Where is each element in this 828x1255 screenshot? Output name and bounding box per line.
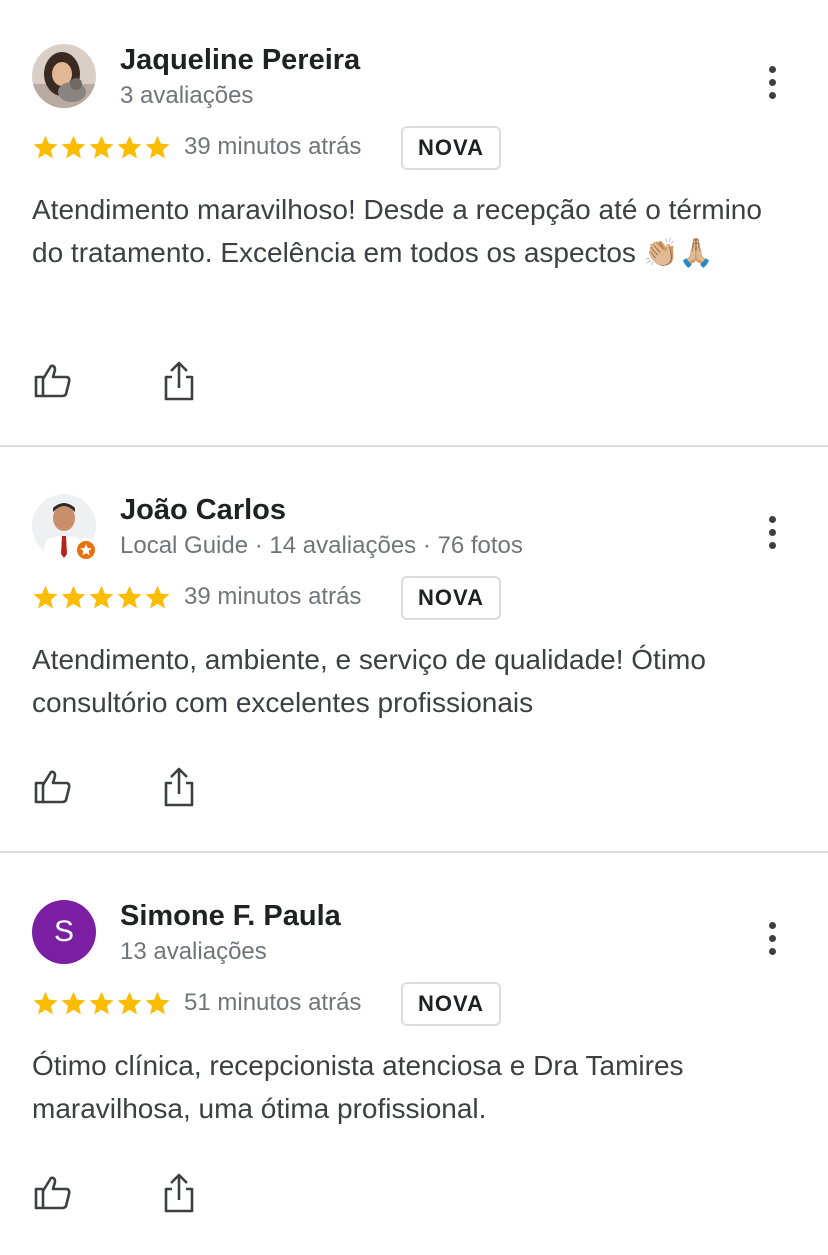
more-vert-icon[interactable] [756,918,788,958]
divider [0,851,828,853]
star-icon [33,991,58,1015]
thumb-up-icon[interactable] [34,768,72,806]
star-icon [145,585,170,609]
new-badge: NOVA [401,576,501,620]
share-icon[interactable] [162,766,196,808]
star-icon [61,991,86,1015]
reviewer-name[interactable]: Simone F. Paula [120,900,341,933]
more-vert-icon[interactable] [756,512,788,552]
review-card: Jaqueline Pereira 3 avaliações 39 minuto… [0,0,828,446]
review-time: 51 minutos atrás [184,989,362,1016]
star-rating [32,584,171,612]
review-time: 39 minutos atrás [184,133,362,160]
star-icon [89,585,114,609]
star-icon [117,135,142,159]
local-guide-star-icon [74,538,98,562]
thumb-up-icon[interactable] [34,1174,72,1212]
reviewer-meta: Local Guide · 14 avaliações · 76 fotos [120,532,523,559]
reviewer-name[interactable]: Jaqueline Pereira [120,44,360,77]
new-badge: NOVA [401,982,501,1026]
star-icon [89,991,114,1015]
divider [0,445,828,447]
review-text: Atendimento maravilhoso! Desde a recepçã… [32,188,792,274]
review-emoji: 👏🏼🙏🏼 [643,236,714,269]
star-icon [89,135,114,159]
star-rating [32,990,171,1018]
star-icon [61,585,86,609]
reviewer-name[interactable]: João Carlos [120,494,286,527]
reviewer-avatar[interactable]: S [32,900,96,964]
share-icon[interactable] [162,360,196,402]
star-icon [33,585,58,609]
review-card: João Carlos Local Guide · 14 avaliações … [0,450,828,852]
reviewer-meta: 3 avaliações [120,82,254,109]
review-card: S Simone F. Paula 13 avaliações 51 minut… [0,856,828,1255]
review-text: Atendimento, ambiente, e serviço de qual… [32,644,706,718]
reviewer-avatar[interactable] [32,44,96,108]
thumb-up-icon[interactable] [34,362,72,400]
more-vert-icon[interactable] [756,62,788,102]
star-icon [117,585,142,609]
star-icon [145,135,170,159]
review-time: 39 minutos atrás [184,583,362,610]
star-rating [32,134,171,162]
star-icon [145,991,170,1015]
share-icon[interactable] [162,1172,196,1214]
star-icon [33,135,58,159]
new-badge: NOVA [401,126,501,170]
star-icon [61,135,86,159]
star-icon [117,991,142,1015]
review-text: Ótimo clínica, recepcionista atenciosa e… [32,1050,684,1124]
reviewer-meta: 13 avaliações [120,938,267,965]
